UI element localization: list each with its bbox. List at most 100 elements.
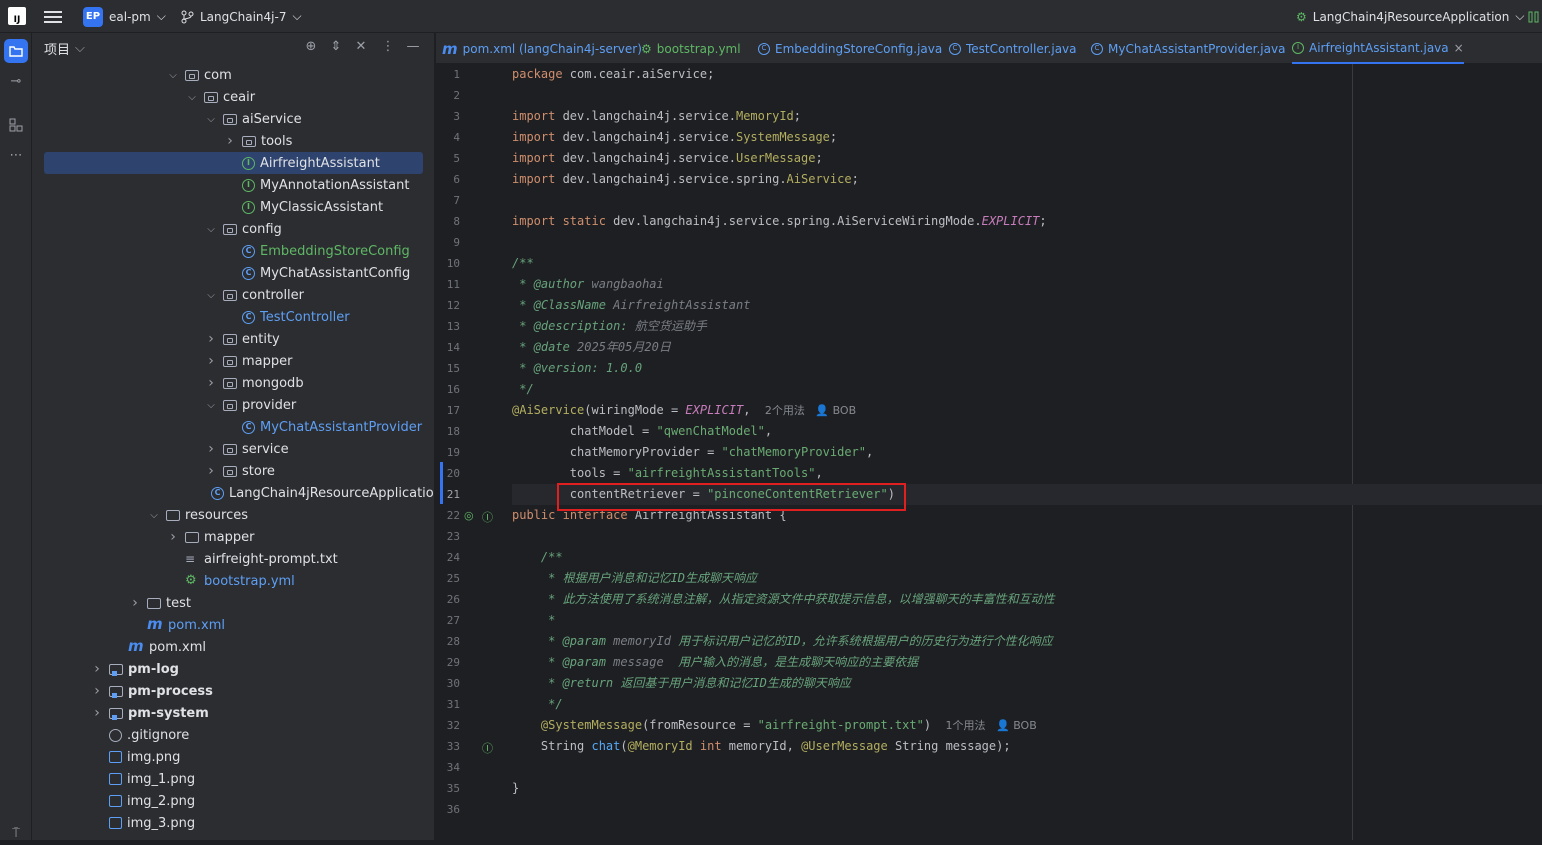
tree-item[interactable]: › mongodb [44, 372, 423, 394]
tree-item[interactable]: .gitignore [44, 724, 423, 746]
tree-item[interactable]: › pm-process [44, 680, 423, 702]
code-line[interactable]: import dev.langchain4j.service.UserMessa… [512, 148, 823, 169]
editor-tab[interactable]: C MyChatAssistantProvider.java [1091, 33, 1285, 64]
code-line[interactable]: import dev.langchain4j.service.MemoryId; [512, 106, 801, 127]
code-line[interactable]: * [512, 610, 555, 631]
structure-icon[interactable] [4, 113, 28, 137]
code-line[interactable]: import static dev.langchain4j.service.sp… [512, 211, 1047, 232]
hide-icon[interactable]: — [404, 39, 422, 54]
tree-item[interactable]: C MyChatAssistantConfig [44, 262, 423, 284]
tree-item[interactable]: img_1.png [44, 768, 423, 790]
intellij-logo-icon[interactable]: IJ [8, 7, 26, 25]
chevron-right-icon[interactable]: › [205, 463, 217, 479]
project-folder-icon[interactable] [4, 39, 28, 63]
tree-item[interactable]: ⌵ com [44, 64, 423, 86]
tree-item[interactable]: › mapper [44, 526, 423, 548]
code-line[interactable]: tools = "airfreightAssistantTools", [512, 463, 823, 484]
code-line[interactable]: * @version: 1.0.0 [512, 358, 642, 379]
code-line[interactable]: @SystemMessage(fromResource = "airfreigh… [512, 715, 1037, 736]
chevron-right-icon[interactable]: › [91, 683, 103, 699]
tree-item[interactable]: I MyClassicAssistant [44, 196, 423, 218]
tree-item[interactable]: C TestController [44, 306, 423, 328]
run-button[interactable] [1528, 0, 1540, 33]
code-line[interactable]: * 此方法使用了系统消息注解，从指定资源文件中获取提示信息，以增强聊天的丰富性和… [512, 589, 1054, 610]
tree-item[interactable]: C MyChatAssistantProvider [44, 416, 423, 438]
options-icon[interactable]: ⋮ [379, 39, 397, 54]
collapse-all-icon[interactable]: ✕ [352, 39, 370, 54]
more-tools-icon[interactable]: ⋯ [4, 143, 28, 167]
branch-selector[interactable]: LangChain4j-7 ⌵ [180, 0, 302, 33]
usage-inlay-hint[interactable]: 1个用法 👤 BOB [946, 719, 1037, 732]
tree-item[interactable]: ⌵ ceair [44, 86, 423, 108]
tree-item[interactable]: img_2.png [44, 790, 423, 812]
chevron-right-icon[interactable]: › [205, 353, 217, 369]
tree-item[interactable]: ⌵ aiService [44, 108, 423, 130]
code-line[interactable]: package com.ceair.aiService; [512, 64, 714, 85]
vcs-change-marker[interactable] [440, 462, 443, 504]
chevron-down-icon[interactable]: ⌵ [205, 224, 217, 235]
chevron-down-icon[interactable]: ⌵ [148, 510, 160, 521]
tree-item[interactable]: ⌵ provider [44, 394, 423, 416]
code-line[interactable]: * @author wangbaohai [512, 274, 664, 295]
tree-item[interactable]: m pom.xml [44, 636, 423, 658]
code-line[interactable]: * @description: 航空货运助手 [512, 316, 707, 337]
tree-item[interactable]: I MyAnnotationAssistant [44, 174, 423, 196]
code-line[interactable]: /** [512, 547, 563, 568]
chevron-right-icon[interactable]: › [91, 661, 103, 677]
code-line[interactable]: } [512, 778, 519, 799]
code-line[interactable]: */ [512, 694, 562, 715]
tree-item[interactable]: ⌵ resources [44, 504, 423, 526]
interface-gutter-icon[interactable]: Ⓘ [482, 740, 493, 756]
code-line[interactable]: */ [512, 379, 533, 400]
tree-item[interactable]: › tools [44, 130, 423, 152]
code-line[interactable]: chatMemoryProvider = "chatMemoryProvider… [512, 442, 873, 463]
tree-item[interactable]: img.png [44, 746, 423, 768]
code-editor[interactable]: 1 2 3 4 5 6 7 8 9 10 11 12 13 14 15 16 17 18 19 20 21 22 23 24 2… [436, 64, 1542, 840]
tree-item[interactable]: m pom.xml [44, 614, 423, 636]
close-icon[interactable]: × [1454, 41, 1464, 55]
tree-item[interactable]: ⌵ controller [44, 284, 423, 306]
expand-all-icon[interactable]: ⇕ [327, 39, 345, 54]
project-selector[interactable]: EP eal-pm ⌵ [83, 0, 166, 33]
chevron-right-icon[interactable]: › [205, 375, 217, 391]
chevron-right-icon[interactable]: › [129, 595, 141, 611]
code-line[interactable]: * @date 2025年05月20日 [512, 337, 671, 358]
implementations-icon[interactable]: ◎ [464, 509, 474, 522]
usage-inlay-hint[interactable]: 2个用法 👤 BOB [765, 404, 856, 417]
code-line[interactable]: * @return 返回基于用户消息和记忆ID生成的聊天响应 [512, 673, 851, 694]
chevron-right-icon[interactable]: › [91, 705, 103, 721]
commit-icon[interactable]: ⊸ [4, 69, 28, 93]
tree-item[interactable]: › pm-system [44, 702, 423, 724]
tree-item[interactable]: › entity [44, 328, 423, 350]
tree-item[interactable]: img_3.png [44, 812, 423, 834]
tree-item[interactable]: › service [44, 438, 423, 460]
chevron-down-icon[interactable]: ⌵ [205, 114, 217, 125]
main-menu-button[interactable] [44, 0, 62, 33]
run-config-selector[interactable]: ⚙ LangChain4jResourceApplication ⌵ [1296, 0, 1524, 33]
code-line[interactable]: * @param memoryId 用于标识用户记忆的ID，允许系统根据用户的历… [512, 631, 1053, 652]
locate-icon[interactable]: ⊕ [302, 39, 320, 54]
chevron-down-icon[interactable]: ⌵ [186, 92, 198, 103]
tree-item[interactable]: › test [44, 592, 423, 614]
interface-gutter-icon[interactable]: Ⓘ [482, 509, 493, 525]
code-line[interactable]: @AiService(wiringMode = EXPLICIT, 2个用法 👤… [512, 400, 856, 421]
code-line[interactable]: String chat(@MemoryId int memoryId, @Use… [512, 736, 1011, 757]
terminal-icon[interactable]: ⍑ [4, 821, 28, 845]
code-line[interactable]: chatModel = "qwenChatModel", [512, 421, 772, 442]
code-line[interactable]: import dev.langchain4j.service.spring.Ai… [512, 169, 859, 190]
editor-tab[interactable]: C TestController.java [949, 33, 1077, 64]
tree-item[interactable]: › store [44, 460, 423, 482]
project-panel-header[interactable]: 项目 ⌵ [32, 33, 434, 63]
code-line[interactable]: * @param message 用户输入的消息，是生成聊天响应的主要依据 [512, 652, 918, 673]
code-line[interactable]: * @ClassName AirfreightAssistant [512, 295, 750, 316]
code-line[interactable]: /** [512, 253, 534, 274]
chevron-down-icon[interactable]: ⌵ [205, 400, 217, 411]
chevron-right-icon[interactable]: › [224, 133, 236, 149]
chevron-down-icon[interactable]: ⌵ [167, 70, 179, 81]
code-line[interactable]: * 根据用户消息和记忆ID生成聊天响应 [512, 568, 757, 589]
editor-tab[interactable]: C EmbeddingStoreConfig.java [758, 33, 942, 64]
tree-item[interactable]: › pm-log [44, 658, 423, 680]
chevron-right-icon[interactable]: › [205, 441, 217, 457]
tree-item[interactable]: ⚙ bootstrap.yml [44, 570, 423, 592]
tree-item[interactable]: ⌵ config [44, 218, 423, 240]
